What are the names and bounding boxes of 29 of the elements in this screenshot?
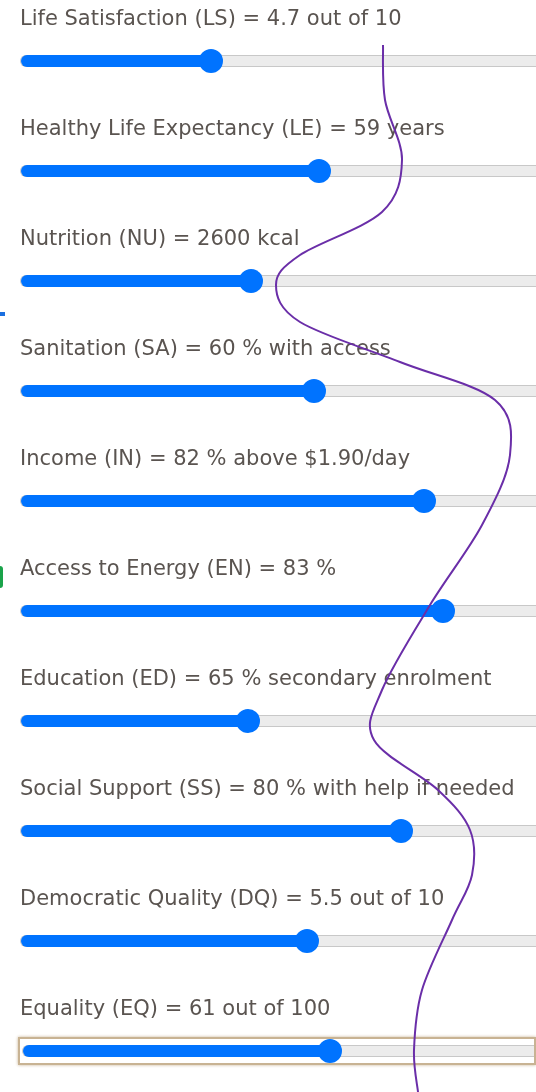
slider[interactable] — [20, 597, 536, 625]
slider-thumb[interactable] — [431, 599, 456, 623]
slider[interactable] — [20, 927, 536, 955]
slider-label: Life Satisfaction (LS) = 4.7 out of 10 — [20, 5, 403, 32]
slider[interactable] — [20, 377, 536, 405]
edge-mark-icon — [0, 312, 5, 316]
slider-thumb[interactable] — [198, 49, 223, 73]
slider[interactable] — [20, 267, 536, 295]
slider-thumb[interactable] — [238, 269, 263, 293]
slider-label: Social Support (SS) = 80 % with help if needed — [20, 775, 516, 802]
slider-thumb[interactable] — [301, 379, 326, 403]
slider-label: Equality (EQ) = 61 out of 100 — [20, 995, 332, 1022]
slider-label: Democratic Quality (DQ) = 5.5 out of 10 — [20, 885, 446, 912]
slider[interactable] — [18, 1037, 536, 1065]
slider-thumb[interactable] — [235, 709, 260, 733]
slider-label: Income (IN) = 82 % above $1.90/day — [20, 445, 412, 472]
slider-label: Access to Energy (EN) = 83 % — [20, 555, 338, 582]
slider[interactable] — [20, 707, 536, 735]
slider-thumb[interactable] — [306, 159, 331, 183]
slider-thumb[interactable] — [295, 929, 320, 953]
slider[interactable] — [20, 47, 536, 75]
slider-thumb[interactable] — [412, 489, 437, 513]
slider-thumb[interactable] — [389, 819, 414, 843]
slider[interactable] — [20, 157, 536, 185]
edge-mark-icon — [0, 566, 3, 588]
slider[interactable] — [20, 487, 536, 515]
slider-label: Nutrition (NU) = 2600 kcal — [20, 225, 301, 252]
slider-thumb[interactable] — [317, 1039, 342, 1063]
slider[interactable] — [20, 817, 536, 845]
